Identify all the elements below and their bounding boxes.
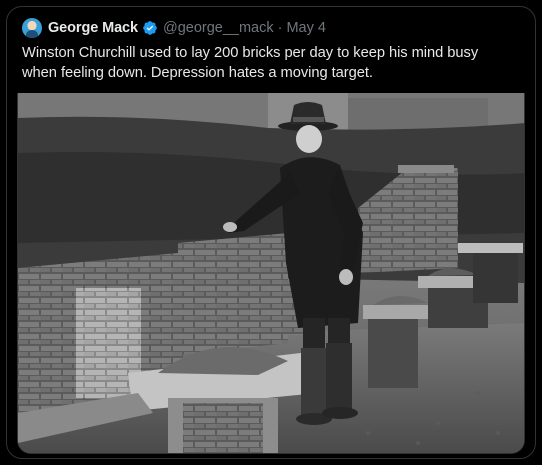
avatar[interactable] — [22, 18, 42, 38]
separator-dot: · — [277, 20, 283, 36]
tweet-text: Winston Churchill used to lay 200 bricks… — [22, 45, 479, 81]
tweet-header: George Mack @george__mack · May 4 — [22, 17, 326, 39]
author-name[interactable]: George Mack — [48, 20, 138, 36]
verified-badge-icon — [143, 21, 157, 35]
author-handle[interactable]: @george__mack — [163, 20, 274, 36]
brick-laying-photo-icon — [18, 93, 524, 453]
tweet-date[interactable]: May 4 — [286, 20, 326, 36]
tweet-photo[interactable] — [17, 93, 525, 454]
